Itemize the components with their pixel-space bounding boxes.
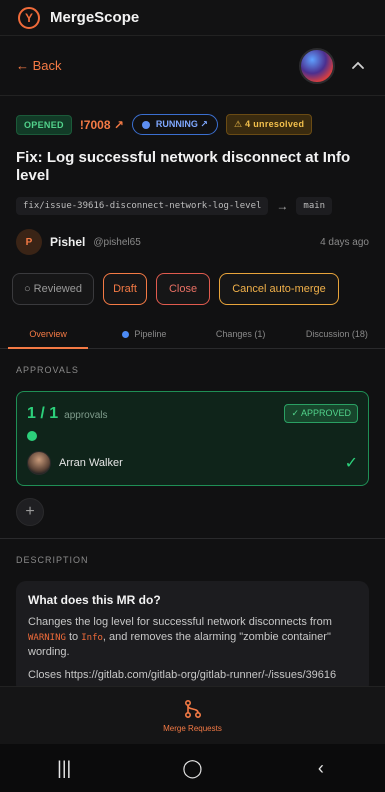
author-name: Pishel [50, 235, 86, 249]
opened-badge: OPENED [16, 114, 72, 135]
home-icon[interactable]: ◯ [172, 748, 212, 788]
author-info[interactable]: P Pishel @pishel65 [16, 229, 141, 255]
approvals-number: 1 / 1 [27, 404, 59, 422]
app-header: Y MergeScope [0, 0, 385, 36]
approved-check-icon: ✓ [344, 455, 358, 472]
approver-avatar [27, 451, 51, 475]
mr-title: Fix: Log successful network disconnect a… [16, 149, 351, 184]
description-title: What does this MR do? [28, 593, 161, 607]
navigation-row: ← Back [0, 36, 385, 96]
description-card: What does this MR do? Changes the log le… [16, 581, 369, 695]
source-branch: fix/issue-39616-disconnect-network-log-l… [16, 197, 269, 215]
nav-right-actions [299, 47, 369, 84]
unresolved-badge[interactable]: ⚠ 4 unresolved [225, 114, 313, 135]
tab-discussion[interactable]: Discussion (18) [289, 319, 385, 348]
approvals-label: approvals [64, 409, 108, 421]
add-approver-button[interactable]: + [16, 498, 44, 526]
tab-overview[interactable]: Overview [0, 319, 96, 349]
created-time: 4 days ago [320, 236, 369, 248]
description-paragraph-2[interactable]: Closes https://gitlab.com/gitlab-org/git… [28, 668, 357, 683]
user-avatar[interactable] [299, 47, 335, 84]
author-handle: @pishel65 [93, 236, 141, 248]
approver-info[interactable]: Arran Walker [27, 451, 123, 475]
app-logo-icon: Y [18, 6, 40, 29]
running-label: RUNNING ↗ [155, 119, 208, 129]
code-info: Info [81, 632, 103, 643]
author-row: P Pishel @pishel65 4 days ago [16, 229, 369, 255]
description-text-part: Changes the log level for successful net… [28, 616, 332, 628]
pipeline-running-badge[interactable]: RUNNING ↗ [131, 114, 218, 135]
action-buttons: ○ Reviewed Draft Close Cancel auto-merge [0, 255, 385, 315]
chevron-up-icon[interactable] [347, 55, 369, 77]
merge-requests-label[interactable]: Merge Requests [163, 724, 222, 733]
bottom-navigation: Merge Requests [0, 686, 385, 744]
tab-changes[interactable]: Changes (1) [193, 319, 289, 348]
description-section-label: DESCRIPTION [16, 555, 89, 565]
status-badges: OPENED !7008 ↗ RUNNING ↗ ⚠ 4 unresolved [16, 114, 369, 135]
pipeline-status-dot-icon [122, 330, 130, 338]
description-paragraph-1: Changes the log level for successful net… [28, 615, 357, 660]
approver-row: Arran Walker ✓ [27, 451, 358, 475]
author-avatar: P [16, 229, 42, 255]
system-navigation-bar: ||| ◯ ‹ [0, 744, 385, 792]
description-text-part: to [65, 630, 82, 643]
tab-pipeline[interactable]: Pipeline [96, 319, 192, 348]
merge-request-meta: OPENED !7008 ↗ RUNNING ↗ ⚠ 4 unresolved … [0, 96, 385, 255]
approved-badge: ✓ APPROVED [284, 404, 358, 423]
approvals-section-label: APPROVALS [16, 365, 79, 375]
mr-id-link[interactable]: !7008 ↗ [80, 118, 124, 132]
approver-name: Arran Walker [59, 457, 123, 469]
back-button[interactable]: ← Back [16, 58, 62, 73]
running-dot-icon [141, 120, 150, 129]
close-button[interactable]: Close [156, 273, 210, 305]
tab-pipeline-label: Pipeline [134, 329, 167, 339]
cancel-auto-merge-button[interactable]: Cancel auto-merge [219, 273, 339, 305]
system-back-icon[interactable]: ‹ [301, 748, 341, 788]
recent-apps-icon[interactable]: ||| [44, 748, 84, 788]
code-warning: WARNING [28, 632, 66, 643]
app-name: MergeScope [50, 9, 140, 26]
branch-row: fix/issue-39616-disconnect-network-log-l… [16, 197, 369, 215]
approvals-header: 1 / 1 approvals ✓ APPROVED [27, 404, 358, 423]
reviewed-button[interactable]: ○ Reviewed [12, 273, 94, 305]
approvals-count: 1 / 1 approvals [27, 405, 108, 423]
draft-button[interactable]: Draft [103, 273, 147, 305]
arrow-right-icon: → [276, 199, 289, 213]
tab-bar: Overview Pipeline Changes (1) Discussion… [0, 319, 385, 349]
approval-progress-dot-icon [27, 431, 37, 441]
approvals-card: 1 / 1 approvals ✓ APPROVED Arran Walker … [16, 391, 369, 486]
merge-request-icon[interactable] [182, 698, 204, 720]
target-branch: main [296, 197, 333, 215]
